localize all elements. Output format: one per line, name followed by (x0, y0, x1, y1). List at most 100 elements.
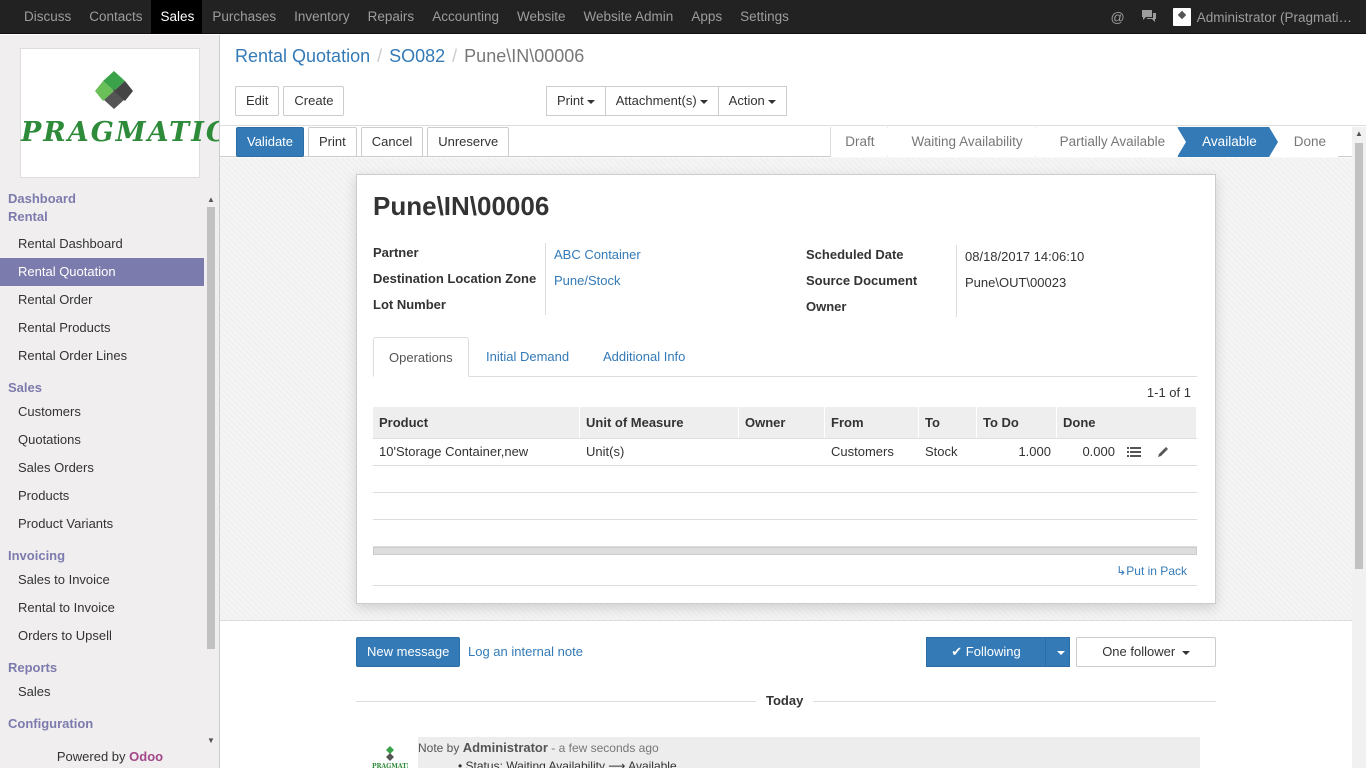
table-row[interactable]: 10'Storage Container,new Unit(s) Custome… (373, 439, 1197, 466)
sidebar-scroll-thumb[interactable] (207, 207, 215, 649)
column-to[interactable]: To (919, 407, 977, 438)
sidebar-item-sales-orders[interactable]: Sales Orders (0, 454, 204, 482)
menu-repairs[interactable]: Repairs (358, 0, 423, 34)
note-author[interactable]: Administrator (463, 740, 548, 755)
sidebar-item-customers[interactable]: Customers (0, 398, 204, 426)
following-button[interactable]: ✔ Following (926, 637, 1046, 667)
following-dropdown[interactable] (1045, 637, 1070, 667)
svg-text:PRAGMATIC: PRAGMATIC (372, 763, 408, 768)
edit-button[interactable]: Edit (235, 86, 280, 116)
print-dropdown-label: Print (557, 93, 584, 108)
print-dropdown[interactable]: Print (546, 86, 606, 116)
menu-purchases[interactable]: Purchases (202, 0, 284, 34)
pencil-icon[interactable] (1151, 439, 1179, 465)
column-done[interactable]: Done (1057, 407, 1197, 438)
sidebar-item-rental-order[interactable]: Rental Order (0, 286, 204, 314)
sidebar-item-rental-order-lines[interactable]: Rental Order Lines (0, 342, 204, 370)
date-label: Today (756, 693, 814, 708)
sidebar-item-quotations[interactable]: Quotations (0, 426, 204, 454)
sidebar-item-rental-quotation[interactable]: Rental Quotation (0, 258, 204, 286)
cell-owner (739, 439, 825, 465)
breadcrumb-so082[interactable]: SO082 (389, 46, 445, 67)
main-scrollbar[interactable]: ▲ (1352, 127, 1366, 768)
scroll-up-icon[interactable]: ▲ (207, 195, 215, 204)
tab-additional-info[interactable]: Additional Info (588, 337, 700, 377)
new-message-button[interactable]: New message (356, 637, 461, 667)
sidebar-section-rental[interactable]: Rental (0, 208, 204, 226)
breadcrumb-separator: / (377, 46, 383, 66)
user-name: Administrator (Pragmati… (1196, 9, 1352, 25)
status-draft[interactable]: Draft (830, 127, 896, 157)
menu-apps[interactable]: Apps (681, 0, 730, 34)
table-empty-row (373, 466, 1197, 493)
sidebar-item-orders-to-upsell[interactable]: Orders to Upsell (0, 622, 204, 650)
followers-label: One follower (1102, 644, 1176, 659)
validate-button[interactable]: Validate (236, 127, 305, 157)
scroll-down-icon[interactable]: ▼ (207, 736, 215, 745)
tab-operations[interactable]: Operations (373, 337, 469, 377)
note-time: - a few seconds ago (551, 741, 659, 755)
print-button[interactable]: Print (308, 127, 357, 157)
scheduled-date-field[interactable]: 08/18/2017 14:06:10 (965, 249, 1084, 264)
sidebar-section-reports[interactable]: Reports (0, 650, 204, 678)
status-done[interactable]: Done (1268, 127, 1338, 157)
sidebar-item-rental-dashboard[interactable]: Rental Dashboard (0, 230, 204, 258)
column-unit-of-measure[interactable]: Unit of Measure (580, 407, 739, 438)
sidebar-item-reports-sales[interactable]: Sales (0, 678, 204, 706)
menu-discuss[interactable]: Discuss (14, 0, 79, 34)
column-from[interactable]: From (825, 407, 919, 438)
attachments-dropdown-label: Attachment(s) (615, 93, 697, 108)
sidebar-section-dashboard[interactable]: Dashboard (0, 190, 204, 208)
create-button[interactable]: Create (283, 86, 345, 116)
menu-accounting[interactable]: Accounting (422, 0, 507, 34)
scroll-up-icon[interactable]: ▲ (1355, 129, 1363, 138)
odoo-link[interactable]: Odoo (129, 749, 163, 764)
sidebar-item-product-variants[interactable]: Product Variants (0, 510, 204, 538)
attachments-dropdown[interactable]: Attachment(s) (604, 86, 719, 116)
table-empty-row (373, 493, 1197, 520)
sidebar-section-configuration[interactable]: Configuration (0, 706, 204, 734)
tab-initial-demand[interactable]: Initial Demand (471, 337, 584, 377)
at-icon[interactable]: @ (1110, 9, 1124, 25)
table-header: Product Unit of Measure Owner From To To… (373, 407, 1197, 439)
tracking-text: Status: Waiting Availability ⟶ Available (465, 759, 677, 768)
menu-sales[interactable]: Sales (150, 0, 203, 34)
menu-settings[interactable]: Settings (730, 0, 797, 34)
source-document-field[interactable]: Pune\OUT\00023 (965, 275, 1066, 290)
top-navbar: Discuss Contacts Sales Purchases Invento… (0, 0, 1366, 34)
sidebar-item-rental-products[interactable]: Rental Products (0, 314, 204, 342)
sidebar-item-rental-to-invoice[interactable]: Rental to Invoice (0, 594, 204, 622)
menu-website-admin[interactable]: Website Admin (574, 0, 682, 34)
unreserve-button[interactable]: Unreserve (427, 127, 510, 157)
status-partially-available[interactable]: Partially Available (1034, 127, 1186, 157)
cancel-button[interactable]: Cancel (360, 127, 424, 157)
column-to-do[interactable]: To Do (977, 407, 1057, 438)
destination-field[interactable]: Pune/Stock (554, 273, 621, 288)
menu-contacts[interactable]: Contacts (79, 0, 150, 34)
operations-table: Product Unit of Measure Owner From To To… (373, 407, 1197, 555)
status-waiting-availability[interactable]: Waiting Availability (886, 127, 1044, 157)
log-note-link[interactable]: Log an internal note (468, 644, 583, 659)
put-in-pack-button[interactable]: ↳Put in Pack (1116, 564, 1187, 578)
column-owner[interactable]: Owner (739, 407, 825, 438)
sidebar-item-sales-to-invoice[interactable]: Sales to Invoice (0, 566, 204, 594)
action-dropdown[interactable]: Action (717, 86, 787, 116)
sidebar-section-sales[interactable]: Sales (0, 370, 204, 398)
user-menu[interactable]: Administrator (Pragmati… (1172, 8, 1366, 26)
source-document-label: Source Document (806, 273, 918, 288)
menu-website[interactable]: Website (507, 0, 574, 34)
sidebar-scrollbar[interactable]: ▲ ▼ (205, 195, 217, 745)
divider (373, 585, 1197, 586)
column-product[interactable]: Product (373, 407, 580, 438)
followers-dropdown[interactable]: One follower (1076, 637, 1216, 667)
sidebar-item-products[interactable]: Products (0, 482, 204, 510)
status-available[interactable]: Available (1177, 127, 1278, 157)
chat-icon[interactable] (1141, 9, 1157, 26)
list-details-icon[interactable] (1121, 439, 1151, 465)
field-divider (545, 243, 546, 315)
menu-inventory[interactable]: Inventory (284, 0, 358, 34)
main-scroll-thumb[interactable] (1355, 143, 1363, 569)
sidebar-section-invoicing[interactable]: Invoicing (0, 538, 204, 566)
partner-field[interactable]: ABC Container (554, 247, 641, 262)
breadcrumb-rental-quotation[interactable]: Rental Quotation (235, 46, 370, 67)
